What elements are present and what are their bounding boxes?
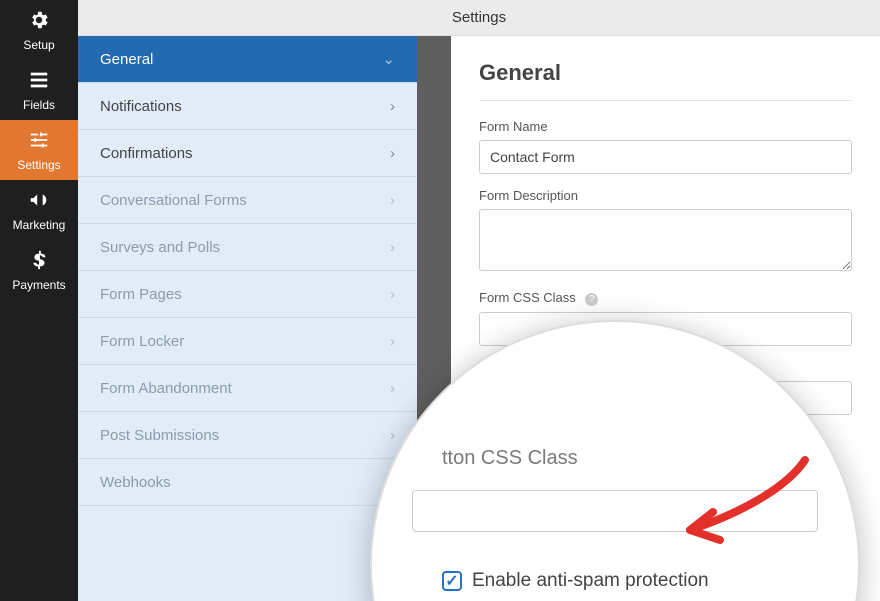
nav-label: Marketing: [13, 218, 66, 232]
settings-item-label: Conversational Forms: [100, 192, 247, 209]
submit-proc-label: Submit Button Processing Text ?: [479, 429, 852, 445]
settings-item-label: General: [100, 51, 153, 68]
settings-item-label: Confirmations: [100, 145, 193, 162]
gutter: [417, 36, 451, 601]
nav-payments[interactable]: Payments: [0, 240, 78, 300]
nav-label: Fields: [23, 98, 55, 112]
chevron-right-icon: ›: [390, 145, 395, 162]
chevron-right-icon: ›: [390, 286, 395, 303]
bullhorn-icon: [28, 189, 50, 214]
help-icon[interactable]: ?: [665, 432, 678, 445]
columns: General ⌄ Notifications › Confirmations …: [78, 36, 880, 601]
chevron-right-icon: ›: [390, 192, 395, 209]
settings-item-form-abandonment[interactable]: Form Abandonment ›: [78, 365, 417, 412]
submit-text-group: Submit Button Text: [479, 360, 852, 415]
page-title: Settings: [452, 9, 506, 26]
nav-marketing[interactable]: Marketing: [0, 180, 78, 240]
settings-item-label: Form Abandonment: [100, 380, 232, 397]
settings-item-label: Surveys and Polls: [100, 239, 220, 256]
panel-heading: General: [479, 60, 852, 101]
form-desc-label: Form Description: [479, 188, 852, 203]
settings-item-post-submissions[interactable]: Post Submissions ›: [78, 412, 417, 459]
settings-menu: General ⌄ Notifications › Confirmations …: [78, 36, 417, 601]
settings-item-form-pages[interactable]: Form Pages ›: [78, 271, 417, 318]
chevron-down-icon: ⌄: [382, 50, 395, 68]
settings-item-label: Notifications: [100, 98, 182, 115]
nav-setup[interactable]: Setup: [0, 0, 78, 60]
form-css-label: Form CSS Class ?: [479, 290, 852, 306]
submit-text-label: Submit Button Text: [479, 360, 852, 375]
fields-icon: [28, 69, 50, 94]
main-area: Settings General ⌄ Notifications › Confi…: [78, 0, 880, 601]
form-name-input[interactable]: [479, 140, 852, 174]
settings-item-form-locker[interactable]: Form Locker ›: [78, 318, 417, 365]
settings-item-notifications[interactable]: Notifications ›: [78, 83, 417, 130]
settings-item-confirmations[interactable]: Confirmations ›: [78, 130, 417, 177]
form-css-input[interactable]: [479, 312, 852, 346]
nav-settings[interactable]: Settings: [0, 120, 78, 180]
chevron-right-icon: ›: [390, 98, 395, 115]
form-name-label: Form Name: [479, 119, 852, 134]
content-panel: General Form Name Form Description Form …: [451, 36, 880, 601]
submit-text-input[interactable]: [479, 381, 852, 415]
submit-proc-group: Submit Button Processing Text ?: [479, 429, 852, 445]
settings-item-label: Post Submissions: [100, 427, 219, 444]
sliders-icon: [28, 129, 50, 154]
settings-item-general[interactable]: General ⌄: [78, 36, 417, 83]
chevron-right-icon: ›: [390, 239, 395, 256]
settings-item-conversational-forms[interactable]: Conversational Forms ›: [78, 177, 417, 224]
help-icon[interactable]: ?: [585, 293, 598, 306]
chevron-right-icon: ›: [390, 474, 395, 491]
nav-label: Settings: [17, 158, 60, 172]
settings-item-webhooks[interactable]: Webhooks ›: [78, 459, 417, 506]
form-css-group: Form CSS Class ?: [479, 290, 852, 346]
nav-label: Setup: [23, 38, 54, 52]
gear-icon: [28, 9, 50, 34]
settings-item-label: Form Pages: [100, 286, 182, 303]
dollar-icon: [28, 249, 50, 274]
app-root: Setup Fields Settings Marketing Payments: [0, 0, 880, 601]
form-name-group: Form Name: [479, 119, 852, 174]
nav-label: Payments: [12, 278, 65, 292]
settings-item-label: Form Locker: [100, 333, 184, 350]
chevron-right-icon: ›: [390, 380, 395, 397]
form-desc-group: Form Description: [479, 188, 852, 276]
chevron-right-icon: ›: [390, 333, 395, 350]
chevron-right-icon: ›: [390, 427, 395, 444]
form-desc-input[interactable]: [479, 209, 852, 271]
nav-fields[interactable]: Fields: [0, 60, 78, 120]
settings-item-surveys-polls[interactable]: Surveys and Polls ›: [78, 224, 417, 271]
topbar: Settings: [78, 0, 880, 36]
settings-item-label: Webhooks: [100, 474, 171, 491]
vertical-nav: Setup Fields Settings Marketing Payments: [0, 0, 78, 601]
